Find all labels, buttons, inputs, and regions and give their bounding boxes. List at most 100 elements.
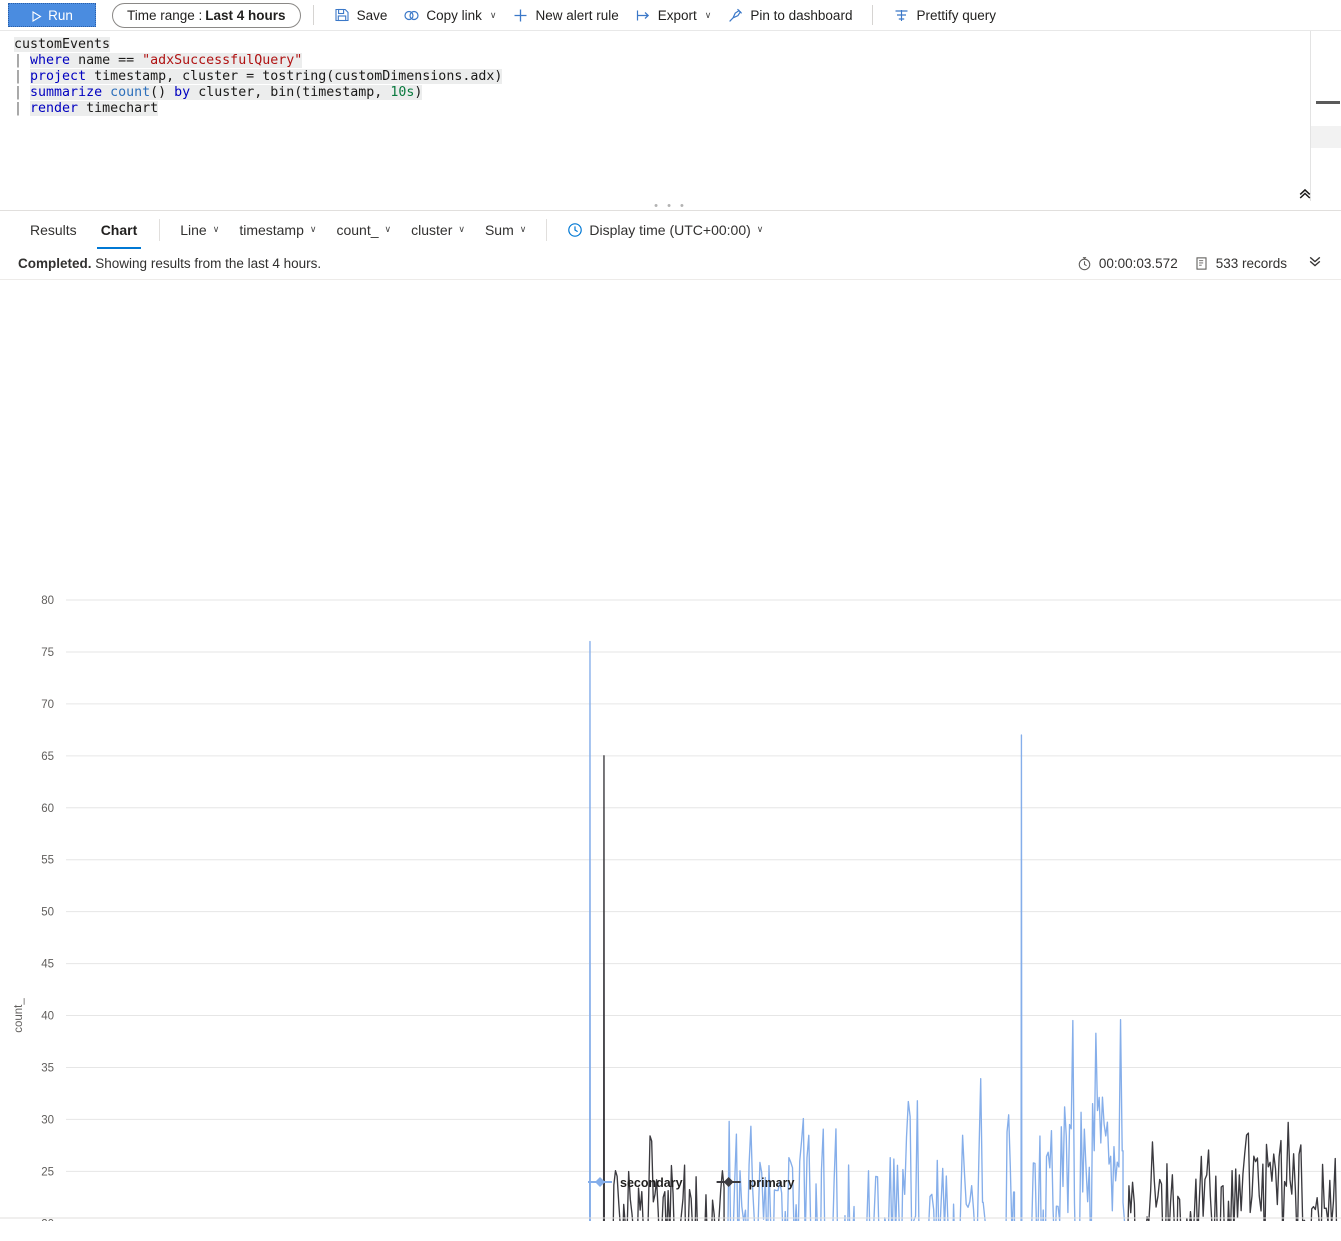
double-chevron-down-icon xyxy=(1309,256,1321,267)
tab-results[interactable]: Results xyxy=(18,211,89,249)
record-count-value: 533 records xyxy=(1215,256,1287,271)
time-range-prefix: Time range : xyxy=(127,7,203,23)
y-gridlines: 05101520253035404550556065707580 xyxy=(41,595,1341,1221)
time-range-value: Last 4 hours xyxy=(205,7,286,23)
tab-chart-label: Chart xyxy=(100,221,138,238)
chart-type-dropdown[interactable]: Line ∨ xyxy=(170,215,229,245)
query-line-4: | summarize count() by cluster, bin(time… xyxy=(14,85,423,100)
editor-minimap-marker xyxy=(1316,101,1340,104)
plus-icon xyxy=(512,7,529,24)
prettify-query-label: Prettify query xyxy=(916,7,996,23)
y-axis-value: count_ xyxy=(336,221,379,238)
query-line-2: | where name == "adxSuccessfulQuery" xyxy=(14,53,303,68)
y-tick-label: 70 xyxy=(41,699,54,711)
chart-panel: 0510152025303540455055606570758012:3012:… xyxy=(0,280,1341,1221)
pin-icon xyxy=(727,7,744,24)
series-group xyxy=(66,640,1341,1221)
save-label: Save xyxy=(356,7,388,23)
aggregation-dropdown[interactable]: Sum ∨ xyxy=(475,215,536,245)
new-alert-rule-button[interactable]: New alert rule xyxy=(504,2,626,28)
y-tick-label: 55 xyxy=(41,855,54,867)
query-line-1: customEvents xyxy=(14,37,111,52)
export-button[interactable]: Export ∨ xyxy=(627,2,720,28)
y-axis-title: count_ xyxy=(13,998,25,1033)
status-bar: Completed. Showing results from the last… xyxy=(0,248,1341,280)
record-count: 533 records xyxy=(1194,256,1287,271)
y-tick-label: 75 xyxy=(41,647,54,659)
status-state: Completed. xyxy=(18,256,92,271)
chevron-down-icon: ∨ xyxy=(309,224,317,234)
save-icon xyxy=(334,7,351,24)
timechart[interactable]: 0510152025303540455055606570758012:3012:… xyxy=(0,280,1341,1221)
status-detail: Showing results from the last 4 hours. xyxy=(95,256,322,271)
chevron-down-icon: ∨ xyxy=(458,224,465,234)
splitter-dots: • • • xyxy=(654,199,687,210)
query-duration-value: 00:00:03.572 xyxy=(1098,256,1178,271)
chart-legend: secondary primary xyxy=(588,1176,795,1190)
chevron-down-icon: ∨ xyxy=(384,224,392,234)
run-button[interactable]: Run xyxy=(8,3,96,27)
status-metrics: 00:00:03.572 533 records xyxy=(1077,256,1323,271)
status-message: Completed. Showing results from the last… xyxy=(18,256,321,271)
timer-icon xyxy=(1077,256,1092,271)
display-time-dropdown[interactable]: Display time (UTC+00:00) ∨ xyxy=(557,215,773,245)
query-editor-panel: customEvents | where name == "adxSuccessf… xyxy=(0,30,1341,210)
y-tick-label: 60 xyxy=(41,803,54,815)
copy-link-label: Copy link xyxy=(426,7,482,23)
legend-marker xyxy=(723,1177,734,1187)
aggregation-value: Sum xyxy=(484,221,514,238)
pin-to-dashboard-label: Pin to dashboard xyxy=(750,7,853,23)
legend-label-primary[interactable]: primary xyxy=(749,1176,795,1190)
clock-icon xyxy=(567,222,583,238)
copy-link-button[interactable]: Copy link ∨ xyxy=(395,2,504,28)
new-alert-rule-label: New alert rule xyxy=(535,7,619,23)
chevron-down-icon: ∨ xyxy=(519,224,527,234)
query-line-5: | render timechart xyxy=(14,101,159,116)
chevron-down-icon: ∨ xyxy=(704,9,712,20)
y-tick-label: 65 xyxy=(41,751,54,763)
editor-minimap-viewport[interactable] xyxy=(1311,126,1341,148)
y-tick-label: 40 xyxy=(41,1011,54,1023)
series-line-secondary[interactable] xyxy=(66,640,1130,1221)
legend-label-secondary[interactable]: secondary xyxy=(620,1176,683,1190)
y-tick-label: 35 xyxy=(41,1062,54,1074)
chevron-down-icon: ∨ xyxy=(756,224,764,234)
split-by-dropdown[interactable]: cluster ∨ xyxy=(401,215,475,245)
split-by-value: cluster xyxy=(411,221,453,238)
query-editor[interactable]: customEvents | where name == "adxSuccessf… xyxy=(0,31,1341,117)
records-icon xyxy=(1194,256,1209,271)
series-line-primary[interactable] xyxy=(576,755,1341,1221)
x-axis-dropdown[interactable]: timestamp ∨ xyxy=(229,215,326,245)
export-label: Export xyxy=(657,7,697,23)
results-tabbar: Results Chart Line ∨ timestamp ∨ count_ … xyxy=(0,210,1341,249)
y-tick-label: 45 xyxy=(41,959,54,971)
time-range-picker[interactable]: Time range : Last 4 hours xyxy=(112,2,301,28)
chevron-down-icon: ∨ xyxy=(212,224,220,234)
chevron-down-icon: ∨ xyxy=(489,9,497,20)
x-axis-value: timestamp xyxy=(239,221,304,238)
y-tick-label: 25 xyxy=(41,1166,54,1178)
y-axis-dropdown[interactable]: count_ ∨ xyxy=(326,215,401,245)
chart-type-value: Line xyxy=(180,221,207,238)
query-line-3: | project timestamp, cluster = tostring(… xyxy=(14,69,503,84)
export-icon xyxy=(635,7,652,24)
divider-2 xyxy=(872,5,874,25)
pin-to-dashboard-button[interactable]: Pin to dashboard xyxy=(719,2,860,28)
prettify-icon xyxy=(893,7,910,24)
y-tick-label: 20 xyxy=(41,1218,54,1221)
run-button-label: Run xyxy=(48,7,73,23)
y-tick-label: 30 xyxy=(41,1114,54,1126)
query-duration: 00:00:03.572 xyxy=(1077,256,1178,271)
expand-status-button[interactable] xyxy=(1303,256,1323,271)
y-tick-label: 80 xyxy=(41,595,54,607)
divider-1 xyxy=(312,5,314,25)
tabbar-divider-2 xyxy=(546,218,548,241)
tab-chart[interactable]: Chart xyxy=(89,211,150,249)
editor-splitter[interactable]: • • • xyxy=(0,199,1341,210)
y-tick-label: 50 xyxy=(41,907,54,919)
prettify-query-button[interactable]: Prettify query xyxy=(885,2,1004,28)
command-bar: Run Time range : Last 4 hours Save Copy … xyxy=(0,0,1341,30)
tab-results-label: Results xyxy=(30,221,77,238)
save-button[interactable]: Save xyxy=(326,2,396,28)
play-icon xyxy=(31,10,42,22)
